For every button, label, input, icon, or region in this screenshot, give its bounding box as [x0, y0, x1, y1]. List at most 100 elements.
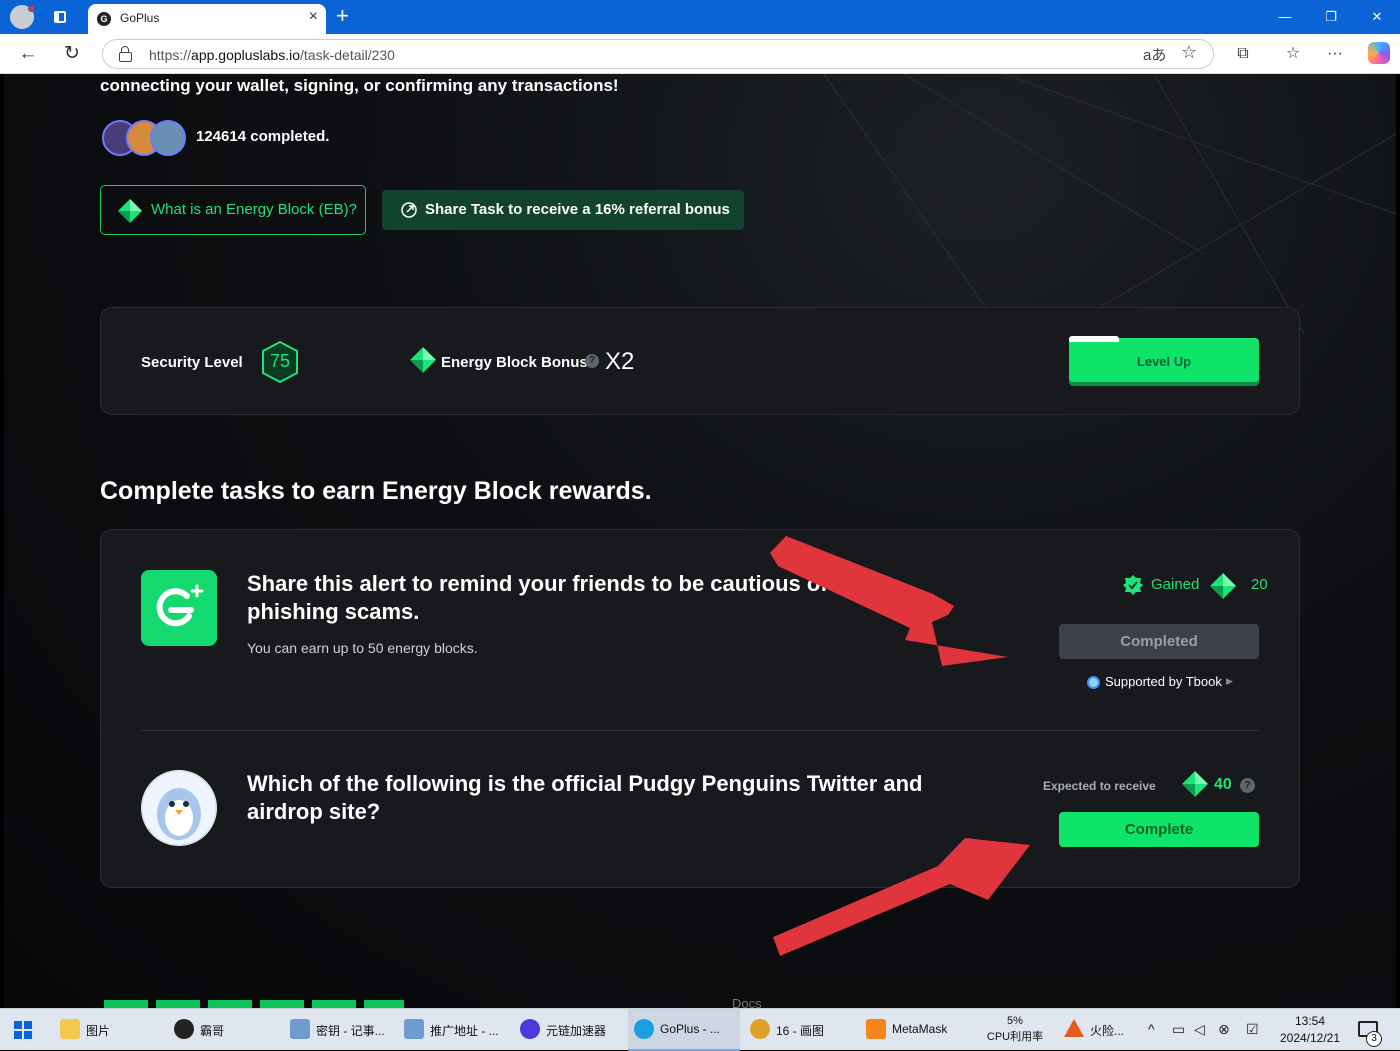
system-tray: ^ ▭ ◁ ⊗ ☑ — [1146, 1021, 1266, 1041]
close-circle-icon[interactable]: ⊗ — [1218, 1021, 1230, 1038]
expected-label: Expected to receive — [1043, 779, 1156, 793]
participant-avatars — [102, 120, 192, 156]
eb-info-label: What is an Energy Block (EB)? — [151, 201, 357, 218]
taskbar-item-label: 火险... — [1090, 1024, 1125, 1038]
intro-text: connecting your wallet, signing, or conf… — [100, 76, 619, 95]
favorite-star-icon[interactable]: ☆ — [1181, 42, 1197, 63]
taskbar-item-label: 元链加速器 — [546, 1024, 607, 1038]
new-tab-button[interactable]: + — [336, 3, 349, 29]
network-icon[interactable]: ▭ — [1172, 1021, 1185, 1038]
task-title: Which of the following is the official P… — [247, 771, 923, 824]
footer-logos-strip — [104, 1000, 404, 1008]
gained-amount: 20 — [1251, 576, 1268, 593]
energy-gem-icon — [1182, 771, 1208, 797]
taskbar-item-qq[interactable]: 霸哥 — [168, 1009, 280, 1051]
cpu-usage-widget[interactable]: 5% CPU利用率 — [980, 1013, 1050, 1045]
read-aloud-icon[interactable]: aあ — [1143, 44, 1166, 65]
notepad-icon — [404, 1019, 424, 1039]
pudgy-penguin-logo-icon — [141, 770, 217, 846]
taskbar-item-metamask[interactable]: MetaMask — [860, 1009, 966, 1051]
back-arrow-icon[interactable]: ← — [16, 42, 40, 66]
taskbar-item-pictures[interactable]: 图片 — [54, 1009, 166, 1051]
url-text: https://app.gopluslabs.io/task-detail/23… — [149, 47, 395, 63]
taskbar-item-label: 密钥 - 记事... — [316, 1024, 385, 1038]
refresh-icon[interactable]: ↻ — [60, 42, 84, 66]
energy-gem-icon — [118, 199, 142, 223]
metamask-fox-icon — [866, 1019, 886, 1039]
browser-tab-goplus[interactable]: G GoPlus × — [88, 4, 326, 34]
taskbar-item-label: 图片 — [86, 1024, 111, 1038]
volume-icon[interactable]: ◁ — [1194, 1021, 1205, 1038]
taskbar-item-accelerator[interactable]: 元链加速器 — [514, 1009, 626, 1051]
what-is-energy-block-button[interactable]: What is an Energy Block (EB)? — [100, 185, 366, 235]
tab-actions-icon[interactable] — [48, 5, 72, 29]
favorites-list-icon[interactable]: ☆ — [1282, 43, 1304, 65]
taskbar-item-paint[interactable]: 16 - 画图 — [744, 1009, 856, 1051]
tbook-icon — [1087, 676, 1100, 689]
completed-label: Completed — [1120, 633, 1198, 650]
share-task-label: Share Task to receive a 16% referral bon… — [425, 201, 730, 218]
minimize-window-icon[interactable]: — — [1262, 6, 1308, 28]
expected-amount: 40 — [1214, 776, 1232, 793]
copilot-icon[interactable] — [1368, 42, 1390, 64]
browser-tab-strip: G GoPlus × + — ❐ ✕ — [0, 0, 1400, 34]
taskbar-item-label: 霸哥 — [200, 1024, 225, 1038]
gained-reward: Gained 20 — [1121, 573, 1268, 599]
share-task-button[interactable]: Share Task to receive a 16% referral bon… — [382, 190, 744, 230]
taskbar-item-notepad-referral[interactable]: 推广地址 - ... — [398, 1009, 510, 1051]
extensions-puzzle-icon[interactable]: ⧉ — [1232, 43, 1254, 65]
taskbar-item-label: 推广地址 - ... — [430, 1024, 499, 1038]
verified-check-icon — [1123, 575, 1143, 595]
share-icon — [401, 202, 417, 218]
energy-gem-icon — [410, 347, 436, 373]
energy-block-bonus-label: Energy Block Bonus — [441, 354, 588, 371]
checkbox-icon[interactable]: ☑ — [1246, 1021, 1259, 1038]
task-divider — [141, 730, 1259, 731]
energy-gem-icon — [1210, 573, 1236, 599]
gained-label: Gained — [1151, 576, 1200, 593]
supported-by-label: Supported by Tbook — [1105, 674, 1222, 689]
lock-icon — [119, 46, 132, 62]
footer-docs-link[interactable]: Docs — [732, 996, 762, 1008]
security-score-value: 75 — [269, 351, 291, 371]
cpu-label: CPU利用率 — [986, 1031, 1044, 1043]
more-menu-icon[interactable]: ··· — [1324, 43, 1346, 65]
expected-reward: Expected to receive 40 ? — [1041, 770, 1261, 800]
cpu-percent: 5% — [1007, 1015, 1023, 1027]
notepad-icon — [290, 1019, 310, 1039]
help-icon[interactable]: ? — [1240, 778, 1255, 793]
accelerator-icon — [520, 1019, 540, 1039]
goplus-favicon-icon: G — [97, 12, 111, 26]
completed-button[interactable]: Completed — [1059, 624, 1259, 659]
restore-window-icon[interactable]: ❐ — [1308, 6, 1354, 28]
fire-icon — [1064, 1019, 1084, 1037]
taskbar-item-notepad-keys[interactable]: 密钥 - 记事... — [284, 1009, 396, 1051]
security-level-label: Security Level — [141, 354, 243, 371]
address-toolbar: ← ↻ https://app.gopluslabs.io/task-detai… — [0, 34, 1400, 74]
windows-start-icon[interactable] — [14, 1021, 32, 1039]
taskbar-clock[interactable]: 13:54 2024/12/21 — [1268, 1013, 1352, 1047]
close-tab-icon[interactable]: × — [309, 8, 318, 26]
chevron-up-icon[interactable]: ^ — [1148, 1021, 1155, 1037]
avatar — [150, 120, 186, 156]
tasks-heading: Complete tasks to earn Energy Block rewa… — [100, 477, 652, 505]
profile-avatar-icon[interactable] — [10, 5, 35, 29]
notification-count-badge: 3 — [1366, 1031, 1382, 1047]
complete-button[interactable]: Complete — [1059, 812, 1259, 847]
level-up-label: Level Up — [1136, 354, 1192, 369]
taskbar-item-edge-goplus[interactable]: GoPlus - ... — [628, 1009, 740, 1051]
edge-browser-icon — [634, 1019, 654, 1039]
paint-palette-icon — [750, 1019, 770, 1039]
web-page: connecting your wallet, signing, or conf… — [4, 74, 1396, 1008]
help-icon[interactable]: ? — [585, 354, 599, 368]
complete-label: Complete — [1124, 821, 1194, 838]
level-up-button[interactable]: Level Up — [1069, 336, 1259, 382]
chevron-right-icon: ▶ — [1226, 676, 1233, 686]
clock-date: 2024/12/21 — [1279, 1031, 1341, 1045]
taskbar-item-huorong[interactable]: 火险... — [1058, 1009, 1142, 1051]
url-input[interactable]: https://app.gopluslabs.io/task-detail/23… — [102, 39, 1214, 69]
goplus-logo-icon — [141, 570, 217, 646]
level-up-button-tab — [1069, 336, 1119, 342]
folder-icon — [60, 1019, 80, 1039]
close-window-icon[interactable]: ✕ — [1354, 6, 1400, 28]
